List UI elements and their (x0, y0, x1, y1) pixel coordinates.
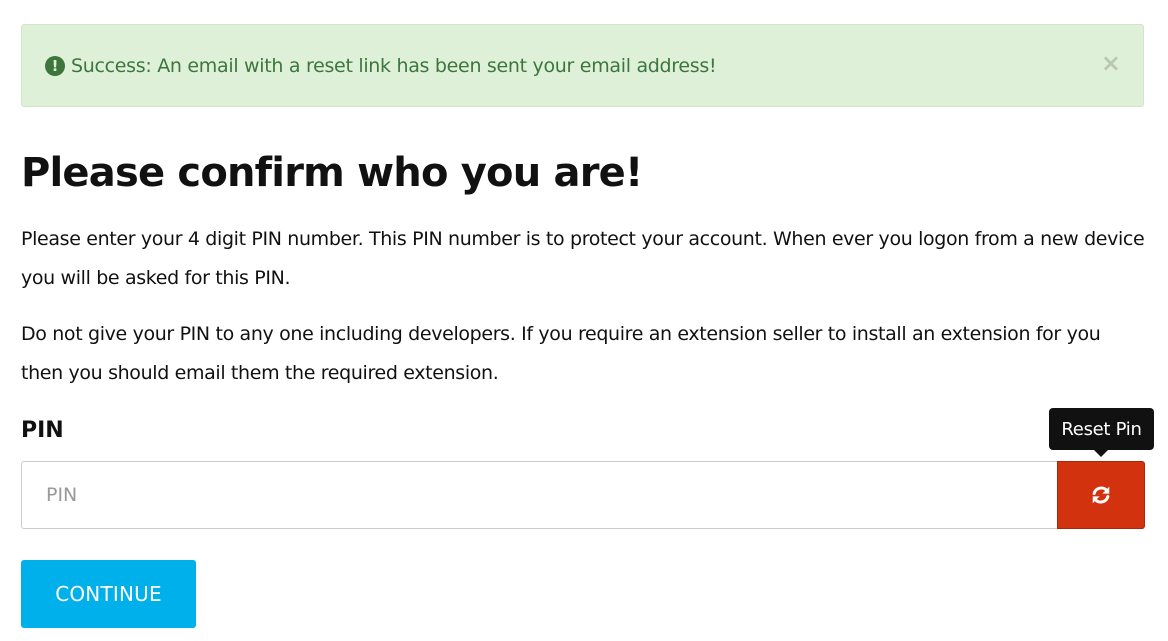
success-alert: ! Success: An email with a reset link ha… (21, 24, 1144, 107)
pin-label: PIN (21, 418, 64, 443)
tooltip-arrow (1094, 450, 1108, 457)
reset-pin-button[interactable] (1057, 461, 1145, 529)
alert-message: Success: An email with a reset link has … (71, 54, 717, 77)
pin-warning: Do not give your PIN to any one includin… (21, 323, 1101, 384)
continue-button[interactable]: CONTINUE (21, 560, 196, 628)
pin-instructions: Please enter your 4 digit PIN number. Th… (21, 228, 1145, 289)
reset-pin-tooltip: Reset Pin (1049, 408, 1154, 450)
page-title: Please confirm who you are! (21, 150, 643, 196)
exclamation-circle-icon: ! (45, 55, 65, 76)
refresh-icon (1092, 486, 1110, 504)
pin-confirm-page: ! Success: An email with a reset link ha… (0, 0, 1168, 641)
close-icon[interactable]: × (1101, 51, 1121, 75)
pin-input[interactable] (21, 461, 1058, 529)
